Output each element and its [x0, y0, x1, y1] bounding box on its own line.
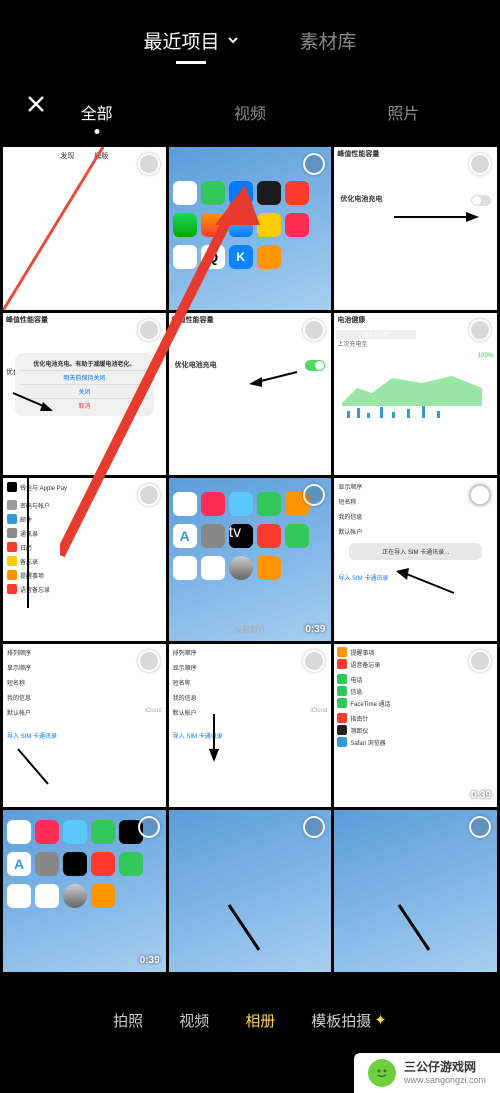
- bottom-tab-video[interactable]: 视频: [179, 1010, 209, 1031]
- thumbnail-10[interactable]: 排列顺序 显示顺序 短名称 我的信息 默认帐户iCloud 导入 SIM 卡通讯…: [3, 644, 166, 807]
- watermark-url: www.sangongzi.com: [404, 1075, 486, 1086]
- select-radio[interactable]: [303, 816, 325, 838]
- thumbnail-13[interactable]: A 0:39: [3, 810, 166, 973]
- thumbnail-7[interactable]: 钱包与 Apple Pay 密码与帐户 邮件 通讯录 日历 备忘录 提醒事项 语…: [3, 478, 166, 641]
- select-radio[interactable]: [138, 484, 160, 506]
- thumbnail-15[interactable]: [334, 810, 497, 973]
- label: 优化电池充电: [175, 361, 217, 371]
- toggle-off-icon: [471, 195, 491, 206]
- tab-label: 模版: [94, 151, 108, 161]
- filter-all[interactable]: 全部: [81, 100, 113, 124]
- toggle-on-icon: [305, 360, 325, 371]
- bottom-tab-camera[interactable]: 拍照: [113, 1010, 143, 1031]
- filter-tabs: 全部 视频 照片: [0, 100, 500, 124]
- thumbnail-14[interactable]: [169, 810, 332, 973]
- tab-recent-label: 最近项目: [143, 27, 219, 54]
- no-photos-label: 没有照片: [234, 624, 266, 635]
- media-grid: 发现 模版 QK 峰值性能容量 优化电池充电 峰值性能容量 优化电 优化电池: [0, 144, 500, 975]
- select-radio[interactable]: [469, 650, 491, 672]
- select-radio[interactable]: [469, 816, 491, 838]
- thumbnail-4[interactable]: 峰值性能容量 优化电 优化电池充电。有助于减缓电池老化。 明天前保持关闭 关闭 …: [3, 313, 166, 476]
- thumbnail-8[interactable]: Atv 没有照片 0:39: [169, 478, 332, 641]
- thumbnail-2[interactable]: QK: [169, 147, 332, 310]
- select-radio[interactable]: [138, 650, 160, 672]
- bottom-tab-album[interactable]: 相册: [245, 1010, 275, 1031]
- filter-photo[interactable]: 照片: [387, 100, 419, 124]
- tab-label: 发现: [60, 151, 74, 161]
- tab-material-library[interactable]: 素材库: [300, 27, 357, 54]
- duration-label: 0:39: [140, 955, 160, 966]
- select-radio[interactable]: [303, 153, 325, 175]
- thumbnail-3[interactable]: 峰值性能容量 优化电池充电: [334, 147, 497, 310]
- thumbnail-11[interactable]: 排列顺序 显示顺序 短名称 我的信息 默认帐户iCloud 导入 SIM 卡通讯…: [169, 644, 332, 807]
- duration-label: 0:39: [471, 790, 491, 801]
- thumbnail-12[interactable]: 提醒事项 语音备忘录 电话 信息 FaceTime 通话 指南针 测距仪 Saf…: [334, 644, 497, 807]
- watermark: 三公仔游戏网 www.sangongzi.com: [354, 1053, 500, 1093]
- watermark-name: 三公仔游戏网: [404, 1060, 486, 1074]
- thumbnail-9[interactable]: 显示顺序 短名称 我的信息 默认帐户 正在导入 SIM 卡通讯录... 导入 S…: [334, 478, 497, 641]
- select-radio[interactable]: [469, 319, 491, 341]
- thumbnail-6[interactable]: 电池健康 过去24小时 过去10天 上次充电至 100%: [334, 313, 497, 476]
- bottom-bar: 拍照 视频 相册 模板拍摄 ✦: [0, 995, 500, 1045]
- chevron-down-icon: [226, 33, 240, 47]
- select-radio[interactable]: [138, 319, 160, 341]
- top-tabs: 最近项目 素材库: [0, 10, 500, 70]
- filter-video[interactable]: 视频: [234, 100, 266, 124]
- label: 优化电池充电: [340, 195, 382, 205]
- close-icon: [26, 94, 46, 114]
- thumbnail-1[interactable]: 发现 模版: [3, 147, 166, 310]
- sparkle-icon: ✦: [374, 1011, 387, 1029]
- select-radio[interactable]: [303, 319, 325, 341]
- select-radio[interactable]: [469, 153, 491, 175]
- duration-label: 0:39: [305, 624, 325, 635]
- battery-chart-icon: [342, 368, 489, 418]
- bottom-tab-template[interactable]: 模板拍摄 ✦: [311, 1010, 387, 1031]
- dialog: 优化电池充电。有助于减缓电池老化。 明天前保持关闭 关闭 取消: [15, 353, 154, 416]
- tab-material-label: 素材库: [300, 27, 357, 54]
- select-radio[interactable]: [138, 153, 160, 175]
- tab-recent-items[interactable]: 最近项目: [143, 27, 239, 54]
- select-radio[interactable]: [138, 816, 160, 838]
- thumbnail-5[interactable]: 峰值性能容量 优化电池充电: [169, 313, 332, 476]
- close-button[interactable]: [18, 86, 54, 122]
